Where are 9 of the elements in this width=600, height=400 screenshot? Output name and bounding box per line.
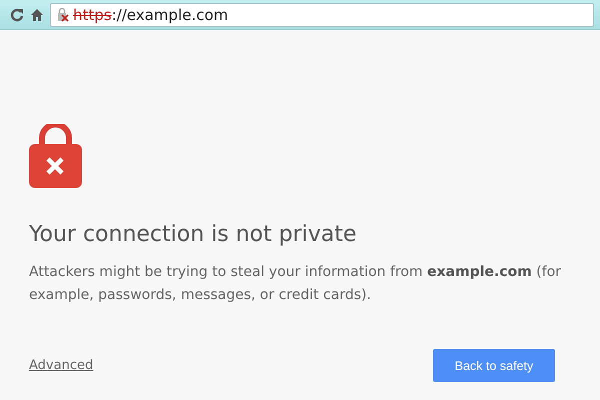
advanced-link[interactable]: Advanced <box>29 358 94 373</box>
address-field[interactable]: https://example.com <box>50 2 594 26</box>
error-heading: Your connection is not private <box>29 222 358 247</box>
lock-error-icon <box>29 124 82 188</box>
reload-icon[interactable] <box>10 8 24 22</box>
home-icon[interactable] <box>30 8 44 22</box>
error-message: Attackers might be trying to steal your information from example.com (for example, passwords, messages, or credit cards). <box>29 263 562 305</box>
back-to-safety-button[interactable]: Back to safety <box>433 349 555 382</box>
url-text: https://example.com <box>73 6 228 24</box>
